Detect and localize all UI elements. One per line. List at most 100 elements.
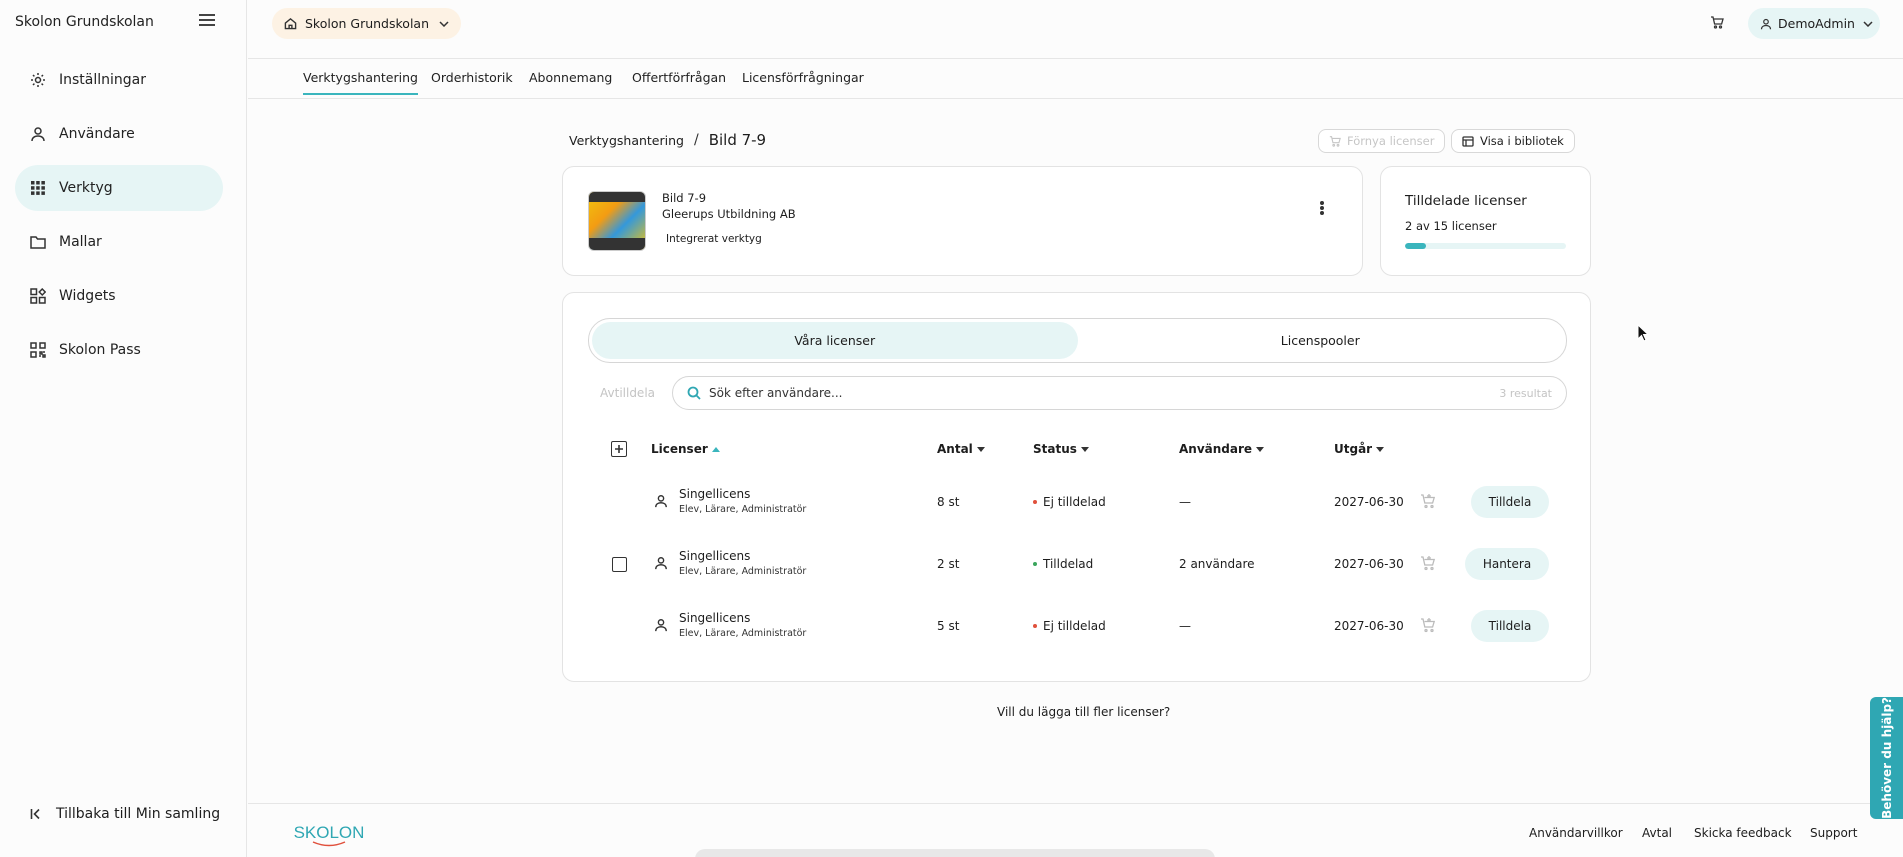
row-checkbox[interactable] [612, 557, 627, 572]
license-qty: 2 st [937, 557, 960, 571]
column-header-licenser[interactable]: Licenser [651, 442, 720, 456]
table-row: Singellicens Elev, Lärare, Administratör… [563, 474, 1592, 530]
library-label: Visa i bibliotek [1480, 134, 1564, 148]
sidebar-item-label: Widgets [59, 288, 116, 304]
sidebar-item-anvandare[interactable]: Användare [15, 111, 223, 157]
column-header-utgar[interactable]: Utgår [1334, 442, 1385, 456]
tool-card: Bild 7-9 Gleerups Utbildning AB Integrer… [562, 166, 1363, 276]
status-label: Ej tilldelad [1043, 495, 1106, 509]
footer-link-terms[interactable]: Användarvillkor [1529, 826, 1623, 840]
help-label: Behöver du hjälp? [1879, 697, 1894, 819]
status-dot [1033, 624, 1037, 628]
assigned-progress-fill [1405, 243, 1427, 249]
footer-link-support[interactable]: Support [1810, 826, 1857, 840]
license-status: Tilldelad [1033, 557, 1093, 571]
cart-plus-icon[interactable] [1420, 617, 1436, 633]
cart-plus-icon[interactable] [1420, 555, 1436, 571]
user-search: 3 resultat [672, 376, 1567, 410]
manage-button[interactable]: Hantera [1465, 548, 1549, 580]
sidebar-item-installningar[interactable]: Inställningar [15, 57, 223, 103]
home-icon [284, 17, 297, 30]
column-label: Licenser [651, 442, 708, 456]
license-expires: 2027-06-30 [1334, 557, 1404, 571]
footer-link-feedback[interactable]: Skicka feedback [1694, 826, 1792, 840]
breadcrumb-parent[interactable]: Verktygshantering [569, 133, 684, 148]
integrated-tool-badge: Integrerat verktyg [666, 233, 762, 245]
breadcrumb: Verktygshantering / Bild 7-9 [569, 131, 766, 149]
assigned-licenses-count: 2 av 15 licenser [1405, 219, 1497, 233]
add-more-licenses-link[interactable]: Vill du lägga till fler licenser? [997, 705, 1170, 719]
status-label: Ej tilldelad [1043, 619, 1106, 633]
library-icon [1462, 135, 1474, 147]
status-dot [1033, 500, 1037, 504]
license-status: Ej tilldelad [1033, 619, 1106, 633]
show-in-library-button[interactable]: Visa i bibliotek [1451, 129, 1575, 153]
sidebar-item-label: Inställningar [59, 72, 147, 88]
widgets-icon [29, 287, 47, 305]
column-header-status[interactable]: Status [1033, 442, 1089, 456]
breadcrumb-separator: / [693, 132, 699, 148]
column-header-antal[interactable]: Antal [937, 442, 985, 456]
help-tab[interactable]: Behöver du hjälp? [1870, 697, 1903, 819]
tab-vara-licenser[interactable]: Våra licenser [592, 322, 1078, 359]
sort-desc-icon [1080, 446, 1089, 452]
user-icon [1760, 18, 1772, 30]
license-name: Singellicens [679, 487, 751, 501]
chevron-down-icon [439, 20, 449, 27]
search-input[interactable] [709, 386, 1500, 400]
result-count: 3 resultat [1499, 386, 1552, 400]
tab-orderhistorik[interactable]: Orderhistorik [431, 70, 513, 93]
column-label: Utgår [1334, 442, 1373, 456]
cart-icon[interactable] [1710, 15, 1724, 29]
gear-icon [29, 71, 47, 89]
menu-icon[interactable] [199, 14, 215, 27]
tab-offertforfragan[interactable]: Offertförfrågan [632, 70, 726, 93]
tab-licenspooler[interactable]: Licenspooler [1078, 322, 1564, 359]
logo-text: SKOLON [294, 823, 365, 842]
tab-verktygshantering[interactable]: Verktygshantering [303, 70, 418, 95]
chevron-down-icon [1863, 20, 1873, 27]
skolon-logo: SKOLON [294, 823, 365, 847]
licenses-card: Våra licenser Licenspooler Avtilldela 3 … [562, 292, 1591, 682]
license-qty: 5 st [937, 619, 960, 633]
footer-link-agreement[interactable]: Avtal [1642, 826, 1672, 840]
more-options-icon[interactable] [1316, 199, 1328, 217]
school-selector[interactable]: Skolon Grundskolan [272, 8, 462, 39]
assigned-progress-bar [1405, 243, 1566, 249]
qr-icon [29, 341, 47, 359]
tab-abonnemang[interactable]: Abonnemang [529, 70, 612, 93]
assign-button[interactable]: Tilldela [1471, 610, 1549, 642]
sort-desc-icon [976, 446, 985, 452]
tab-bar: Verktygshantering Orderhistorik Abonnema… [248, 59, 1903, 99]
user-name: DemoAdmin [1778, 16, 1855, 31]
tool-cover-image [588, 191, 646, 251]
license-roles: Elev, Lärare, Administratör [679, 566, 807, 577]
column-label: Status [1033, 442, 1077, 456]
sidebar-item-skolon-pass[interactable]: Skolon Pass [15, 327, 223, 373]
license-roles: Elev, Lärare, Administratör [679, 504, 807, 515]
assign-button[interactable]: Tilldela [1471, 486, 1549, 518]
sort-asc-icon [711, 446, 720, 452]
search-icon [687, 386, 701, 400]
collapse-left-icon [30, 808, 44, 820]
sidebar-item-widgets[interactable]: Widgets [15, 273, 223, 319]
sidebar-item-label: Mallar [59, 234, 102, 250]
folder-icon [29, 233, 47, 251]
user-menu[interactable]: DemoAdmin [1748, 8, 1880, 39]
unassign-button[interactable]: Avtilldela [600, 386, 655, 400]
sidebar-item-mallar[interactable]: Mallar [15, 219, 223, 265]
column-header-anvandare[interactable]: Användare [1179, 442, 1265, 456]
renew-licenses-button[interactable]: Förnya licenser [1318, 129, 1446, 153]
renew-label: Förnya licenser [1347, 134, 1435, 148]
license-users: 2 användare [1179, 557, 1255, 571]
tool-name: Bild 7-9 [662, 191, 707, 205]
expand-all-icon[interactable] [611, 441, 627, 457]
sidebar-item-verktyg[interactable]: Verktyg [15, 165, 223, 211]
tab-licensforfragningar[interactable]: Licensförfrågningar [742, 70, 864, 93]
person-icon [654, 618, 668, 632]
back-to-collection-link[interactable]: Tillbaka till Min samling [30, 806, 220, 822]
scroll-indicator [695, 849, 1215, 857]
license-users: — [1179, 619, 1191, 633]
cart-plus-icon[interactable] [1420, 493, 1436, 509]
sidebar: Skolon Grundskolan Inställningar Använda… [0, 0, 247, 857]
